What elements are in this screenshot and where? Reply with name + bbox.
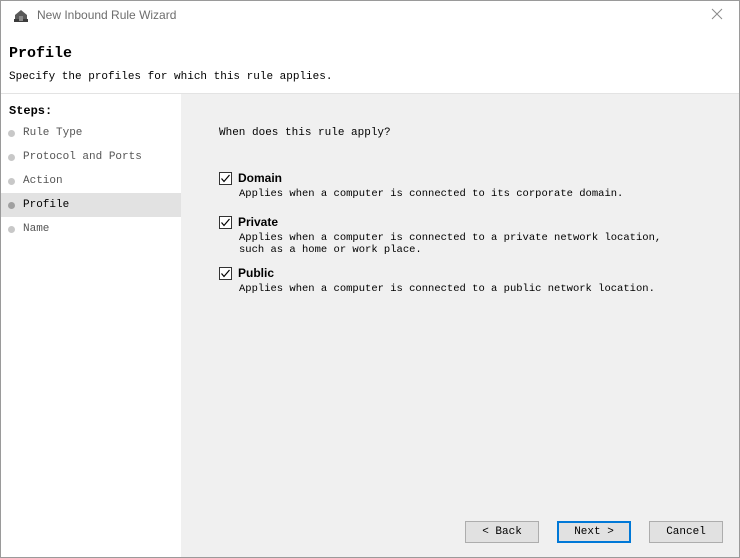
domain-description: Applies when a computer is connected to … bbox=[239, 188, 624, 200]
cancel-button[interactable]: Cancel bbox=[649, 521, 723, 543]
step-bullet-icon bbox=[8, 177, 15, 185]
step-label: Action bbox=[23, 175, 63, 187]
checkmark-icon bbox=[221, 218, 230, 226]
public-label[interactable]: Public bbox=[238, 266, 274, 280]
checkmark-icon bbox=[221, 269, 230, 277]
private-label[interactable]: Private bbox=[238, 215, 278, 229]
wizard-window: New Inbound Rule Wizard Profile Specify … bbox=[0, 0, 740, 558]
close-icon bbox=[711, 7, 723, 25]
step-label: Name bbox=[23, 223, 50, 235]
domain-option: Domain Applies when a computer is connec… bbox=[219, 170, 719, 200]
wizard-header: Profile Specify the profiles for which t… bbox=[1, 31, 739, 94]
private-option: Private Applies when a computer is conne… bbox=[219, 214, 719, 256]
step-bullet-icon bbox=[8, 225, 15, 233]
step-rule-type[interactable]: Rule Type bbox=[1, 121, 181, 145]
question-text: When does this rule apply? bbox=[219, 127, 391, 139]
step-bullet-icon bbox=[8, 129, 15, 137]
steps-panel: Steps: Rule Type Protocol and Ports Acti… bbox=[1, 94, 181, 557]
title-bar: New Inbound Rule Wizard bbox=[1, 1, 739, 31]
window-title: New Inbound Rule Wizard bbox=[37, 8, 177, 22]
step-bullet-icon bbox=[8, 153, 15, 161]
domain-checkbox[interactable] bbox=[219, 171, 232, 185]
wizard-body: Steps: Rule Type Protocol and Ports Acti… bbox=[1, 94, 739, 557]
step-profile[interactable]: Profile bbox=[1, 193, 181, 217]
page-title: Profile bbox=[9, 45, 73, 62]
back-button[interactable]: < Back bbox=[465, 521, 539, 543]
public-checkbox[interactable] bbox=[219, 266, 232, 280]
step-action[interactable]: Action bbox=[1, 169, 181, 193]
close-button[interactable] bbox=[695, 1, 739, 31]
step-name[interactable]: Name bbox=[1, 217, 181, 241]
step-bullet-icon bbox=[8, 201, 15, 209]
step-label: Profile bbox=[23, 199, 70, 211]
public-option: Public Applies when a computer is connec… bbox=[219, 265, 719, 295]
private-checkbox[interactable] bbox=[219, 215, 232, 229]
domain-label[interactable]: Domain bbox=[238, 171, 282, 185]
public-description: Applies when a computer is connected to … bbox=[239, 283, 655, 295]
checkmark-icon bbox=[221, 174, 230, 182]
firewall-wizard-icon bbox=[13, 9, 29, 23]
step-protocol-and-ports[interactable]: Protocol and Ports bbox=[1, 145, 181, 169]
step-label: Protocol and Ports bbox=[23, 151, 142, 163]
page-subtitle: Specify the profiles for which this rule… bbox=[9, 71, 333, 83]
private-description: Applies when a computer is connected to … bbox=[239, 232, 662, 256]
step-label: Rule Type bbox=[23, 127, 83, 139]
next-button[interactable]: Next > bbox=[557, 521, 631, 543]
steps-title: Steps: bbox=[9, 104, 53, 118]
